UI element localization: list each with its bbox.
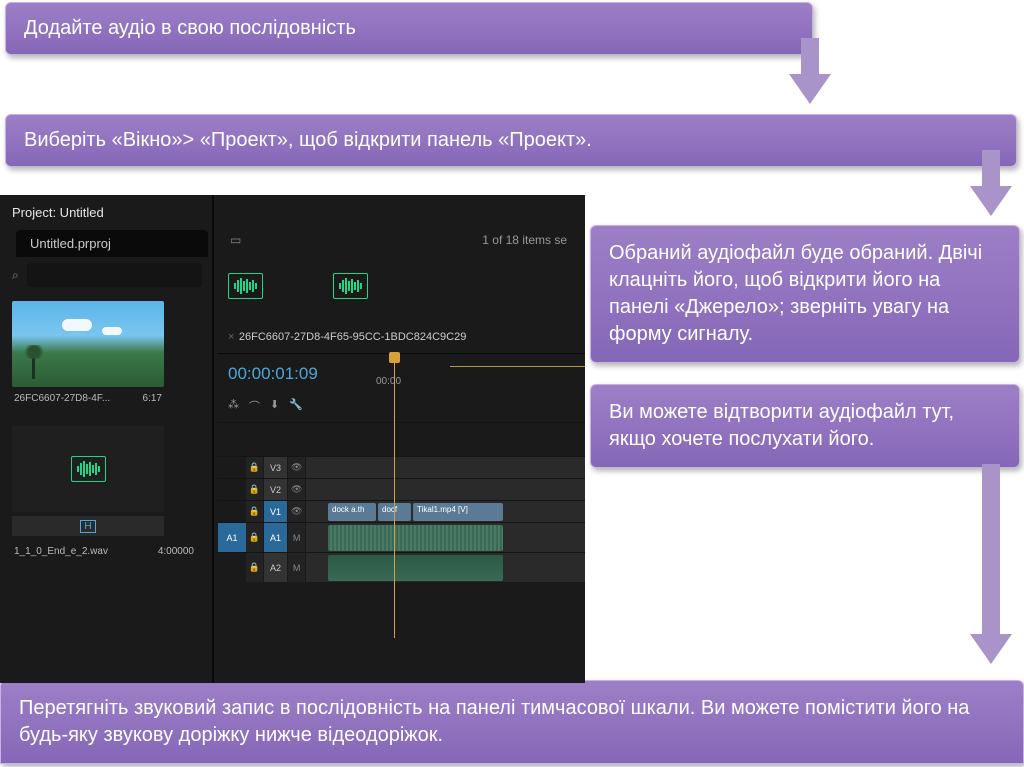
vis-v3[interactable]: 👁: [288, 457, 306, 478]
bin-name-2: 1_1_0_End_e_2.wav: [14, 546, 108, 557]
track-v2[interactable]: V2: [264, 479, 289, 500]
wrench-icon[interactable]: 🔧: [289, 398, 303, 414]
track-v3[interactable]: V3: [264, 457, 289, 478]
audio-clip-2[interactable]: [328, 555, 503, 581]
bin-item-audio[interactable]: [12, 426, 164, 512]
arrow-4: [970, 464, 1012, 664]
mute-a1[interactable]: M: [288, 523, 306, 552]
lock-a1[interactable]: 🔒: [246, 523, 264, 552]
item-count: 1 of 18 items se: [482, 233, 573, 247]
track-v1[interactable]: V1: [264, 501, 289, 522]
lock-v1[interactable]: 🔒: [246, 501, 264, 522]
source-audio-1[interactable]: [228, 273, 263, 299]
bin-item-video[interactable]: 26FC6607-27D8-4F... 6:17: [12, 301, 164, 410]
sequence-name: 26FC6607-27D8-4F65-95CC-1BDC824C9C29: [239, 331, 466, 343]
vis-v1[interactable]: 👁: [288, 501, 306, 522]
bin-dur-2: 4:00000: [158, 546, 194, 557]
source-audio-2[interactable]: [333, 273, 368, 299]
track-a1[interactable]: A1: [264, 523, 289, 552]
clip-3[interactable]: Tikal1.mp4 [V]: [413, 503, 503, 521]
clip-1[interactable]: dock a.th: [328, 503, 376, 521]
src-a1[interactable]: A1: [218, 523, 246, 552]
arrow-2: [970, 150, 1012, 216]
premiere-panel: Project: Untitled Untitled.prproj ⌕ 26FC…: [0, 195, 585, 683]
search-icon: ⌕: [12, 268, 19, 283]
step-5: Перетягніть звуковий запис в послідовніс…: [0, 680, 1024, 764]
snap-icon[interactable]: ⁂: [228, 398, 239, 414]
track-a2[interactable]: A2: [264, 553, 289, 582]
audio-clip-1[interactable]: [328, 525, 503, 551]
bin-dur-1: 6:17: [143, 393, 162, 404]
link-icon[interactable]: ⌒: [249, 398, 260, 414]
marker-icon[interactable]: ⬇: [270, 398, 279, 414]
step-3: Обраний аудіофайл буде обраний. Двічі кл…: [590, 225, 1020, 363]
new-bin-icon[interactable]: ▭: [230, 233, 241, 247]
project-panel-title: Project: Untitled: [0, 195, 208, 226]
arrow-1: [789, 38, 831, 104]
h-icon: H: [80, 520, 95, 533]
mute-a2[interactable]: M: [288, 553, 306, 582]
step-4: Ви можете відтворити аудіофайл тут, якщо…: [590, 384, 1020, 468]
lock-v3[interactable]: 🔒: [246, 457, 264, 478]
vis-v2[interactable]: 👁: [288, 479, 306, 500]
project-search-input[interactable]: [27, 263, 202, 287]
step-1: Додайте аудіо в свою послідовність: [5, 2, 813, 55]
playhead[interactable]: [394, 358, 395, 638]
bin-name-1: 26FC6607-27D8-4F...: [14, 393, 110, 404]
lock-v2[interactable]: 🔒: [246, 479, 264, 500]
timecode: 00:00:01:09: [218, 354, 366, 394]
step-2: Виберіть «Вікно»> «Проект», щоб відкрити…: [5, 114, 1017, 167]
lock-a2[interactable]: 🔒: [246, 553, 264, 582]
waveform-icon: [71, 456, 106, 482]
project-file-tab[interactable]: Untitled.prproj: [16, 230, 208, 257]
